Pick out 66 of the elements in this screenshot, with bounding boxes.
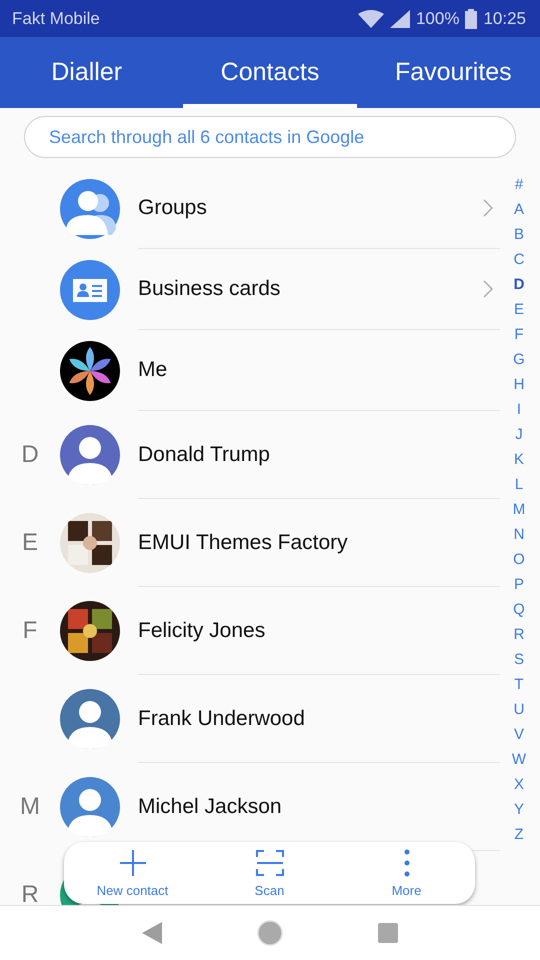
toolbar-button[interactable]: Scan xyxy=(201,842,338,904)
plus-icon xyxy=(118,848,146,876)
clock: 10:25 xyxy=(483,8,526,28)
avatar-icon xyxy=(60,425,120,485)
section-letter: M xyxy=(19,793,41,821)
index-letter[interactable]: V xyxy=(514,722,524,747)
tab[interactable]: Favourites xyxy=(366,37,540,108)
index-letter[interactable]: X xyxy=(514,772,524,797)
contact-name[interactable]: Michel Jackson xyxy=(138,794,282,818)
contact-name[interactable]: Me xyxy=(138,358,168,382)
battery-text: 100% xyxy=(416,8,460,28)
avatar-icon xyxy=(60,689,120,749)
contact-name[interactable]: Business cards xyxy=(138,277,280,301)
more-icon xyxy=(404,848,410,876)
index-letter[interactable]: W xyxy=(512,747,526,772)
index-letter[interactable]: L xyxy=(514,472,524,497)
signal-icon xyxy=(390,10,410,28)
back-icon[interactable] xyxy=(142,922,162,944)
contact-card-icon xyxy=(60,260,120,320)
index-letter[interactable]: T xyxy=(514,672,524,697)
index-letter[interactable]: H xyxy=(514,372,524,397)
index-letter[interactable]: Z xyxy=(514,822,524,847)
index-letter[interactable]: O xyxy=(513,547,525,572)
index-letter[interactable]: P xyxy=(514,572,524,597)
index-letter[interactable]: E xyxy=(514,297,524,322)
index-letter[interactable]: # xyxy=(514,172,524,197)
chevron-icon xyxy=(482,279,494,299)
contact-name[interactable]: Felicity Jones xyxy=(138,618,266,642)
index-letter[interactable]: D xyxy=(514,272,524,297)
wifi-icon xyxy=(358,10,384,28)
battery-icon xyxy=(465,8,478,28)
section-letter: F xyxy=(22,617,38,645)
index-letter[interactable]: I xyxy=(516,397,522,422)
contact-name[interactable]: EMUI Themes Factory xyxy=(138,530,348,554)
index-letter[interactable]: Q xyxy=(513,597,525,622)
home-icon[interactable] xyxy=(257,920,283,946)
index-letter[interactable]: F xyxy=(514,322,524,347)
flower-icon xyxy=(60,340,120,400)
contact-name[interactable]: Groups xyxy=(138,196,207,220)
index-letter[interactable]: Y xyxy=(514,797,524,822)
tab[interactable]: Contacts xyxy=(183,37,357,108)
section-letter: R xyxy=(20,881,40,905)
index-letter[interactable]: G xyxy=(513,347,525,372)
carrier-name: Fakt Mobile xyxy=(12,8,100,28)
avatar-icon xyxy=(60,777,120,837)
section-letter: D xyxy=(20,441,40,469)
index-letter[interactable]: K xyxy=(514,447,524,472)
index-letter[interactable]: C xyxy=(514,247,524,272)
search-field[interactable]: Search through all 6 contacts in Google xyxy=(24,116,516,158)
index-letter[interactable]: S xyxy=(514,647,524,672)
index-letter[interactable]: J xyxy=(515,422,523,447)
index-letter[interactable]: B xyxy=(514,222,524,247)
index-letter[interactable]: N xyxy=(514,522,524,547)
toolbar-button[interactable]: New contact xyxy=(64,842,201,904)
chevron-icon xyxy=(482,198,494,218)
section-letter: E xyxy=(20,529,39,557)
contact-name[interactable]: Frank Underwood xyxy=(138,706,305,730)
index-letter[interactable]: A xyxy=(514,197,524,222)
contact-name[interactable]: Donald Trump xyxy=(138,442,270,466)
toolbar-button[interactable]: More xyxy=(338,842,475,904)
scan-icon xyxy=(256,848,284,876)
tab[interactable]: Dialler xyxy=(0,37,174,108)
index-letter[interactable]: U xyxy=(514,697,524,722)
groups-icon xyxy=(60,178,120,238)
index-letter[interactable]: M xyxy=(512,497,526,522)
index-letter[interactable]: R xyxy=(514,622,524,647)
